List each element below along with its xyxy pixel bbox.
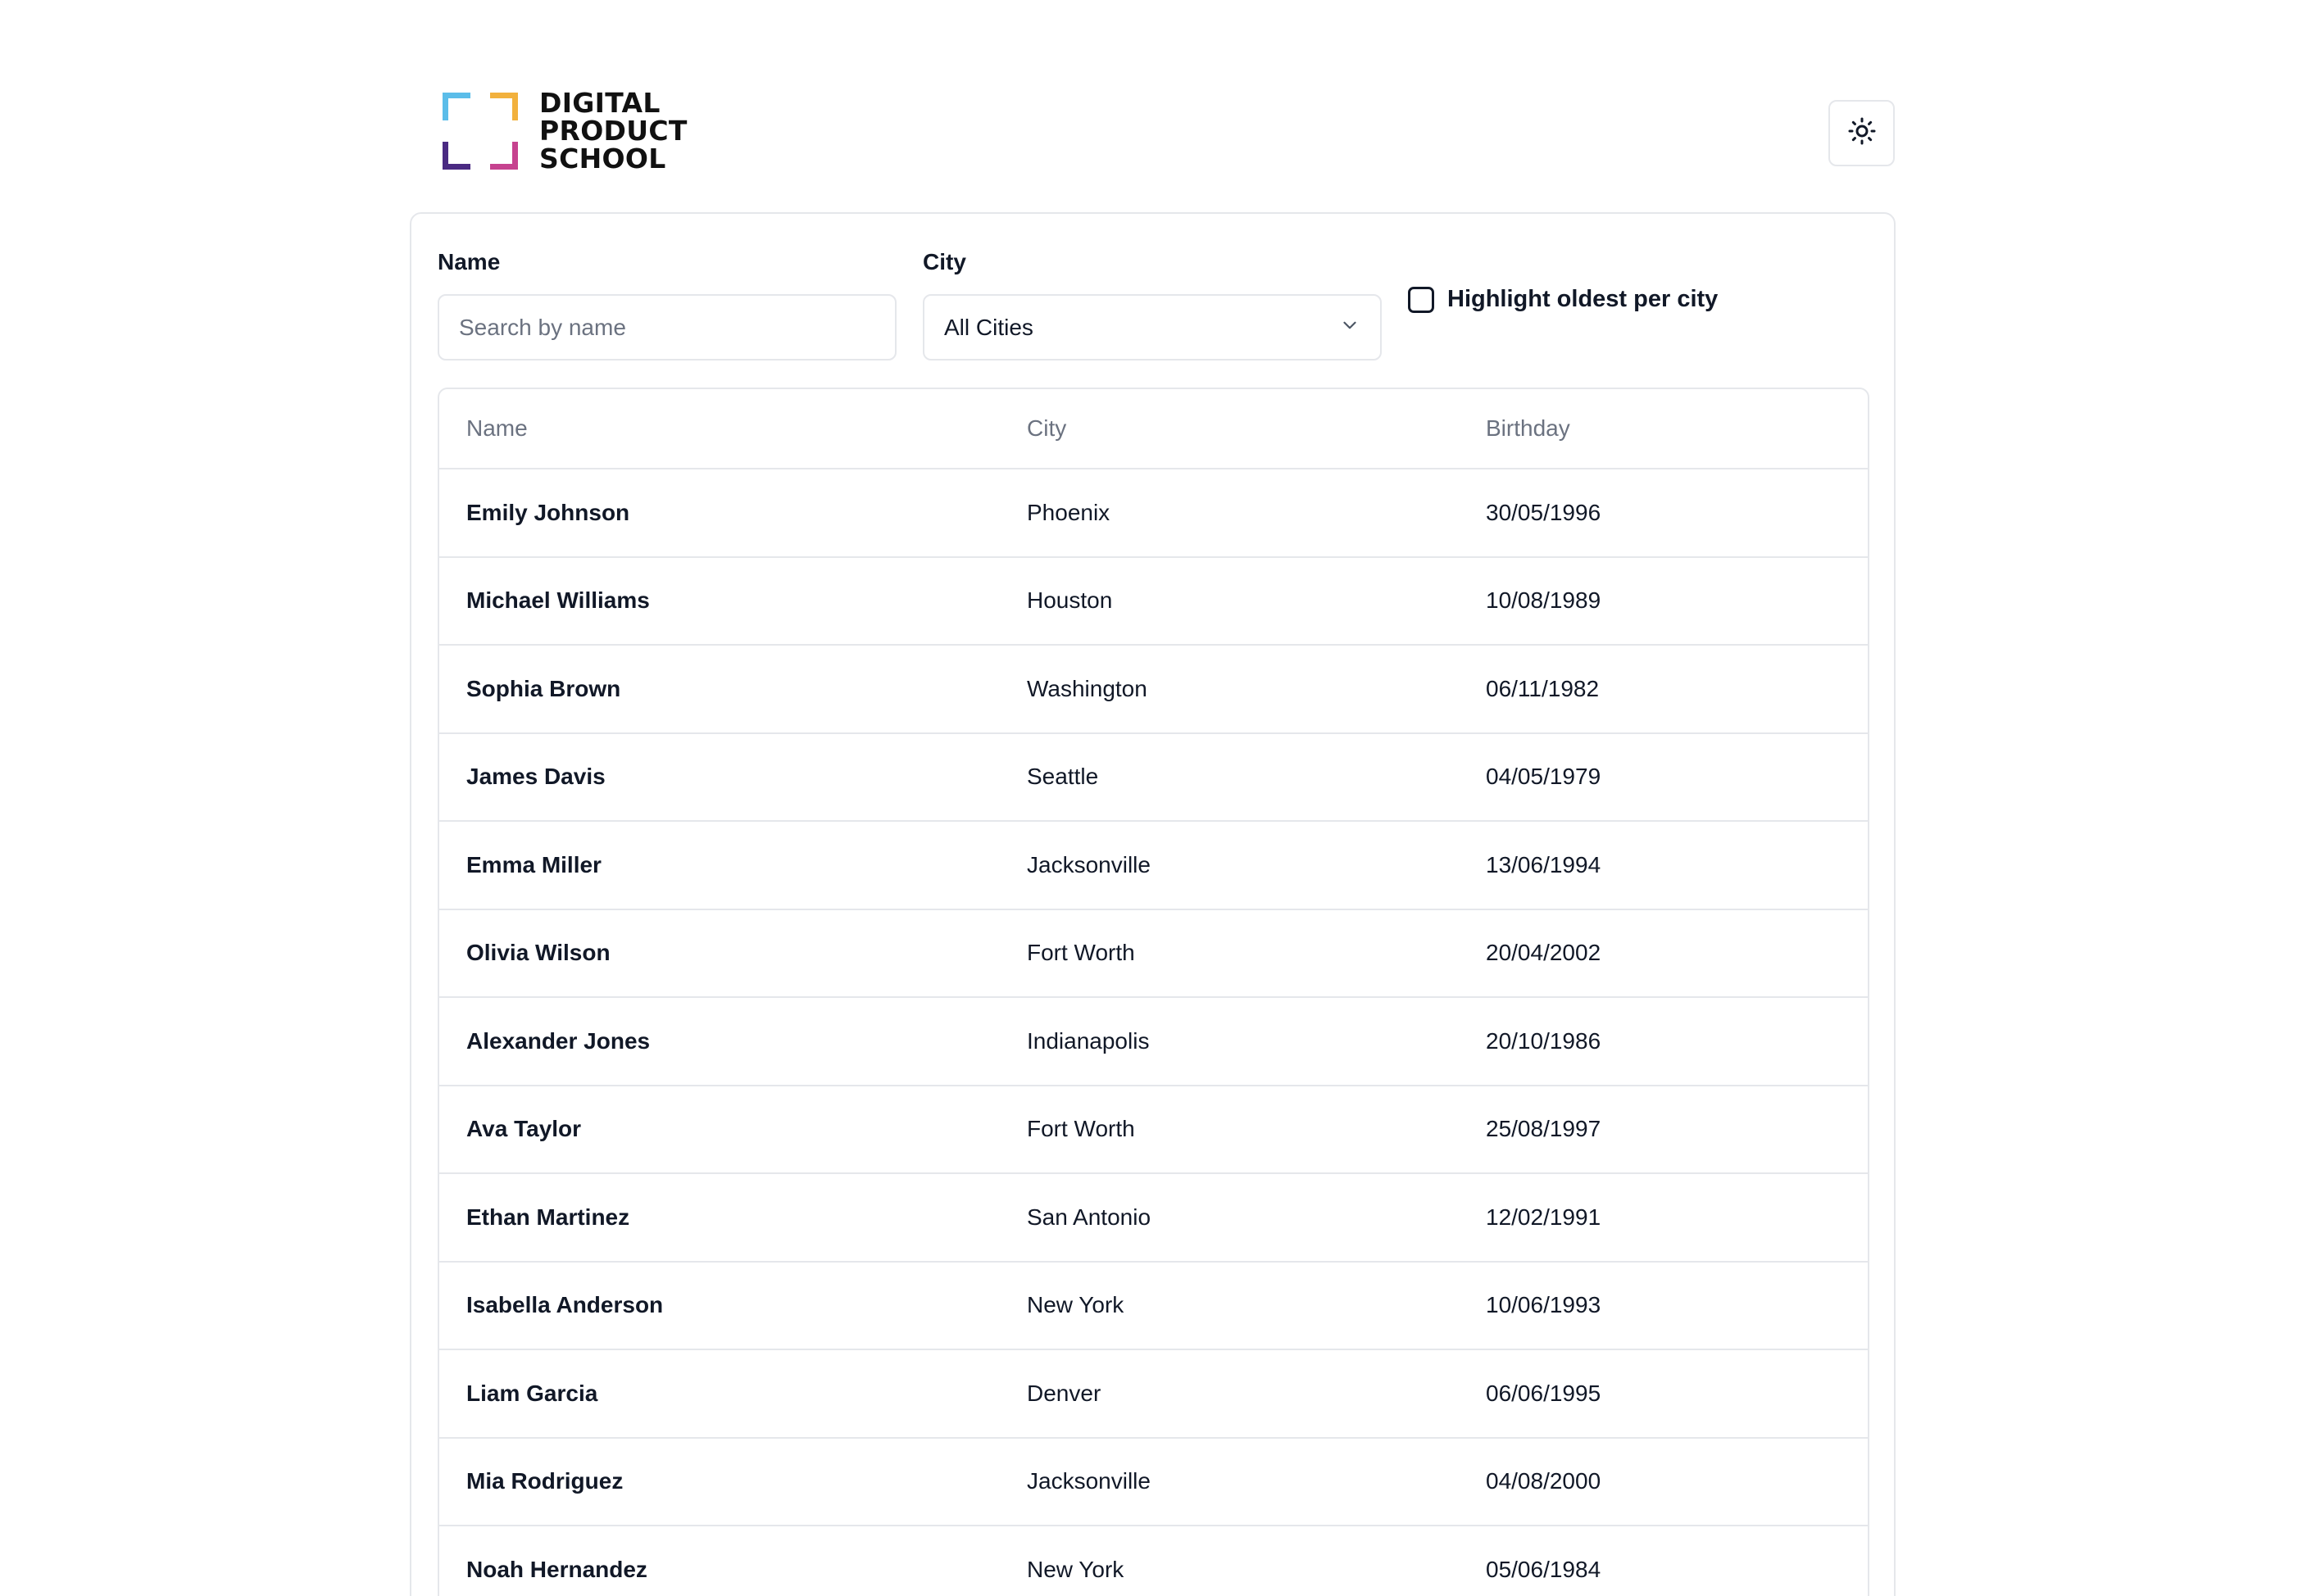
cell-name: Isabella Anderson [466,1292,664,1318]
cell-birthday: 04/08/2000 [1486,1468,1601,1494]
cell-city: New York [1027,1556,1124,1582]
highlight-oldest-label: Highlight oldest per city [1447,286,1719,312]
cell-city: Jacksonville [1027,851,1151,877]
table-row[interactable]: Mia Rodriguez Jacksonville 04/08/2000 [439,1439,1868,1526]
cell-birthday: 06/06/1995 [1486,1380,1601,1406]
column-header-name[interactable]: Name [466,415,528,442]
table-row[interactable]: Emily Johnson Phoenix 30/05/1996 [439,469,1868,558]
table-row[interactable]: Ava Taylor Fort Worth 25/08/1997 [439,1086,1868,1174]
cell-city: New York [1027,1292,1124,1318]
table-body: Emily Johnson Phoenix 30/05/1996 Michael Wi… [439,469,1868,1596]
brand-logo-mark [443,93,518,170]
cell-city: Seattle [1027,764,1099,790]
table-row[interactable]: Isabella Anderson New York 10/06/1993 [439,1263,1868,1350]
cell-name: Alexander Jones [466,1027,651,1054]
chevron-down-icon [1339,315,1360,340]
logo-corner-top-right [490,93,518,120]
cell-birthday: 30/05/1996 [1486,499,1601,525]
cell-city: Phoenix [1027,499,1110,525]
cell-name: Michael Williams [466,587,650,614]
cell-name: Noah Hernandez [466,1556,647,1582]
logo-corner-bottom-left [443,142,470,170]
table-row[interactable]: Sophia Brown Washington 06/11/1982 [439,646,1868,734]
cell-name: James Davis [466,764,606,790]
name-filter-label: Name [438,249,501,274]
cell-city: Indianapolis [1027,1027,1150,1054]
city-select[interactable]: All Cities [923,294,1382,360]
brand-line-1: DIGITAL [539,87,661,119]
cell-name: Mia Rodriguez [466,1468,624,1494]
cell-birthday: 13/06/1994 [1486,851,1601,877]
cell-birthday: 20/04/2002 [1486,940,1601,966]
people-card: Name City All Cities Highlight oldest pe… [410,212,1896,1596]
cell-city: Jacksonville [1027,1468,1151,1494]
table-row[interactable]: Emma Miller Jacksonville 13/06/1994 [439,822,1868,910]
brand-line-3: SCHOOL [539,143,666,175]
page: DIGITAL PRODUCT SCHOOL Name City [0,0,2316,1596]
cell-birthday: 10/06/1993 [1486,1292,1601,1318]
cell-city: Fort Worth [1027,940,1135,966]
cell-birthday: 12/02/1991 [1486,1204,1601,1230]
cell-name: Ethan Martinez [466,1204,630,1230]
column-header-birthday[interactable]: Birthday [1486,415,1570,442]
cell-name: Olivia Wilson [466,940,611,966]
table-row[interactable]: Liam Garcia Denver 06/06/1995 [439,1350,1868,1439]
table-row[interactable]: Michael Williams Houston 10/08/1989 [439,558,1868,646]
theme-toggle-button[interactable] [1828,100,1895,166]
cell-birthday: 04/05/1979 [1486,764,1601,790]
city-filter-label: City [923,249,966,274]
cell-city: San Antonio [1027,1204,1151,1230]
name-search-input[interactable] [438,294,897,360]
cell-city: Houston [1027,587,1113,614]
cell-name: Emma Miller [466,851,602,877]
logo-corner-bottom-right [490,142,518,170]
people-table: Name City Birthday Emily Johnson Phoenix 3… [438,388,1869,1596]
logo-corner-top-left [443,93,470,120]
table-header: Name City Birthday [439,389,1868,469]
table-row[interactable]: Noah Hernandez New York 05/06/1984 [439,1526,1868,1596]
cell-birthday: 06/11/1982 [1486,675,1600,701]
city-select-value: All Cities [944,314,1033,340]
cell-city: Fort Worth [1027,1116,1135,1142]
brand-logo: DIGITAL PRODUCT SCHOOL [443,89,688,173]
highlight-oldest-checkbox[interactable] [1408,286,1434,313]
cell-city: Denver [1027,1380,1101,1406]
brand-wordmark: DIGITAL PRODUCT SCHOOL [539,89,688,173]
brand-line-2: PRODUCT [539,115,688,147]
cell-birthday: 20/10/1986 [1486,1027,1601,1054]
cell-city: Washington [1027,675,1147,701]
column-header-city[interactable]: City [1027,415,1066,442]
table-row[interactable]: Olivia Wilson Fort Worth 20/04/2002 [439,910,1868,998]
cell-birthday: 10/08/1989 [1486,587,1601,614]
cell-birthday: 25/08/1997 [1486,1116,1601,1142]
table-row[interactable]: James Davis Seattle 04/05/1979 [439,734,1868,822]
cell-name: Ava Taylor [466,1116,582,1142]
cell-name: Sophia Brown [466,675,621,701]
highlight-oldest-toggle[interactable]: Highlight oldest per city [1408,286,1718,313]
sun-icon [1847,116,1877,150]
cell-name: Emily Johnson [466,499,630,525]
cell-birthday: 05/06/1984 [1486,1556,1601,1582]
table-row[interactable]: Ethan Martinez San Antonio 12/02/1991 [439,1174,1868,1263]
cell-name: Liam Garcia [466,1380,598,1406]
table-row[interactable]: Alexander Jones Indianapolis 20/10/1986 [439,998,1868,1086]
